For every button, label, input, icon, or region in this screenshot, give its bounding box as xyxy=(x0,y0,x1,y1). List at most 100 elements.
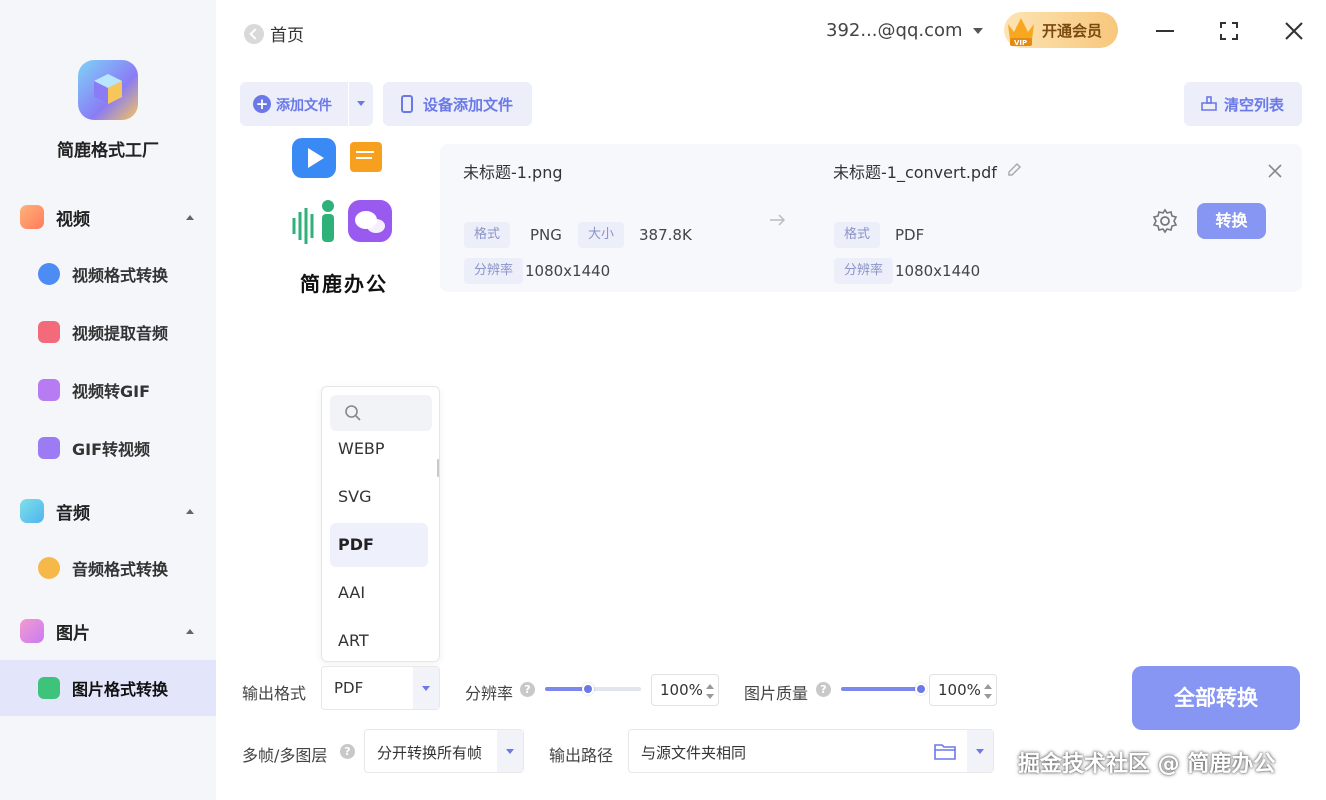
output-path-value: 与源文件夹相同 xyxy=(641,744,747,762)
source-size: 387.8K xyxy=(639,226,692,244)
chevron-down-icon[interactable] xyxy=(357,101,365,106)
clear-list-label: 清空列表 xyxy=(1224,96,1285,114)
quality-label: 图片质量 xyxy=(744,684,809,703)
arrow-right-icon xyxy=(770,214,786,226)
remove-file-icon[interactable] xyxy=(1266,162,1284,180)
app-logo xyxy=(78,60,138,120)
target-file-name: 未标题-1_convert.pdf xyxy=(833,163,997,182)
account-menu[interactable]: 392...@qq.com xyxy=(826,20,983,41)
slider-handle[interactable] xyxy=(915,683,927,695)
chevron-down-icon xyxy=(497,730,523,772)
quality-stepper[interactable]: 100% xyxy=(929,674,997,706)
music-note-icon xyxy=(38,321,60,343)
nav-group-audio[interactable]: 音频 xyxy=(0,491,216,531)
nav-item-image-convert[interactable]: 图片格式转换 xyxy=(0,660,216,716)
format-option[interactable]: WEBP xyxy=(330,427,428,471)
resolution-tag: 分辨率 xyxy=(834,258,894,284)
dropdown-arrow-icon xyxy=(972,27,983,34)
slider-handle[interactable] xyxy=(582,683,595,695)
stepper-up-icon[interactable] xyxy=(984,684,992,689)
maximize-icon[interactable] xyxy=(1216,18,1242,44)
output-path-label: 输出路径 xyxy=(549,746,614,765)
voice-wave-icon xyxy=(292,208,314,244)
nav-item-label: GIF转视频 xyxy=(72,440,151,459)
back-home-button[interactable]: 首页 xyxy=(244,21,304,46)
stepper-down-icon[interactable] xyxy=(706,694,714,699)
format-option-selected[interactable]: PDF xyxy=(330,523,428,567)
image-convert-icon xyxy=(38,677,60,699)
multiframe-label: 多帧/多图层 xyxy=(242,746,328,765)
back-label: 首页 xyxy=(270,26,304,46)
chevron-down-icon xyxy=(413,667,439,709)
image-icon xyxy=(20,619,44,643)
nav-item-video-convert[interactable]: 视频格式转换 xyxy=(0,246,216,302)
slider-fill xyxy=(841,687,921,691)
plus-icon: + xyxy=(253,95,271,113)
crown-icon: VIP xyxy=(1008,18,1034,47)
vip-label: 开通会员 xyxy=(1042,21,1103,40)
format-dropdown: WEBP SVG PDF AAI ART xyxy=(321,386,440,662)
sidebar: 简鹿格式工厂 视频 视频格式转换 视频提取音频 视频转GIF GIF转视频 音频… xyxy=(0,0,216,800)
multiframe-select[interactable]: 分开转换所有帧 xyxy=(364,729,524,773)
nav-item-label: 图片格式转换 xyxy=(72,680,169,699)
resolution-slider[interactable] xyxy=(545,683,641,695)
nav-item-gif-to-video[interactable]: GIF转视频 xyxy=(0,420,216,476)
nav-group-label: 视频 xyxy=(56,209,90,230)
stepper-down-icon[interactable] xyxy=(984,694,992,699)
pencil-icon[interactable] xyxy=(1006,162,1022,178)
format-option[interactable]: AAI xyxy=(330,571,428,615)
format-option[interactable]: SVG xyxy=(330,475,428,519)
format-tag: 格式 xyxy=(834,222,881,248)
target-format: PDF xyxy=(895,226,925,244)
add-file-button[interactable]: + 添加文件 xyxy=(240,82,373,126)
help-icon[interactable]: ? xyxy=(340,744,355,759)
resolution-label: 分辨率 xyxy=(465,684,514,703)
watermark: 掘金技术社区 @ 简鹿办公 xyxy=(1018,752,1276,777)
nav-group-video[interactable]: 视频 xyxy=(0,197,216,237)
add-file-label: 添加文件 xyxy=(276,98,332,114)
clear-list-button[interactable]: 清空列表 xyxy=(1184,82,1302,126)
minimize-icon[interactable] xyxy=(1152,18,1178,44)
divider xyxy=(348,82,349,126)
nav-group-label: 图片 xyxy=(56,623,90,644)
format-tag: 格式 xyxy=(464,222,511,248)
collapse-icon[interactable] xyxy=(186,628,194,634)
quality-slider[interactable] xyxy=(841,683,927,695)
resolution-value: 100% xyxy=(660,681,703,699)
nav-item-video-extract-audio[interactable]: 视频提取音频 xyxy=(0,304,216,360)
nav-item-label: 音频格式转换 xyxy=(72,560,169,579)
resolution-tag: 分辨率 xyxy=(464,258,524,284)
folder-icon[interactable] xyxy=(934,741,956,761)
help-icon[interactable]: ? xyxy=(816,682,831,697)
collapse-icon[interactable] xyxy=(186,508,194,514)
nav-item-audio-convert[interactable]: 音频格式转换 xyxy=(0,540,216,596)
back-arrow-icon xyxy=(244,23,264,44)
stepper-up-icon[interactable] xyxy=(706,684,714,689)
nav-group-image[interactable]: 图片 xyxy=(0,611,216,651)
cube-logo-icon xyxy=(94,74,122,104)
quality-value: 100% xyxy=(938,681,981,699)
source-resolution: 1080x1440 xyxy=(525,262,611,280)
nav-group-label: 音频 xyxy=(56,503,90,524)
phone-icon xyxy=(401,95,413,113)
nav-item-video-to-gif[interactable]: 视频转GIF xyxy=(0,362,216,418)
chevron-down-icon xyxy=(967,730,993,772)
vip-button[interactable]: VIP 开通会员 xyxy=(1004,12,1118,48)
convert-button[interactable]: 转换 xyxy=(1197,203,1266,239)
device-add-file-button[interactable]: 设备添加文件 xyxy=(383,82,532,126)
output-format-select[interactable]: PDF xyxy=(321,666,440,710)
output-format-value: PDF xyxy=(334,679,364,697)
format-option[interactable]: ART xyxy=(330,619,428,661)
headphones-icon xyxy=(38,557,60,579)
close-window-icon[interactable] xyxy=(1281,18,1307,44)
convert-all-button[interactable]: 全部转换 xyxy=(1132,666,1300,730)
format-search-input[interactable] xyxy=(330,395,432,431)
video-convert-icon xyxy=(38,263,60,285)
target-resolution: 1080x1440 xyxy=(895,262,981,280)
search-icon xyxy=(345,405,361,421)
resolution-stepper[interactable]: 100% xyxy=(651,674,719,706)
collapse-icon[interactable] xyxy=(186,214,194,220)
help-icon[interactable]: ? xyxy=(520,682,535,697)
gear-icon[interactable] xyxy=(1152,208,1178,234)
scrollbar[interactable] xyxy=(437,459,439,477)
